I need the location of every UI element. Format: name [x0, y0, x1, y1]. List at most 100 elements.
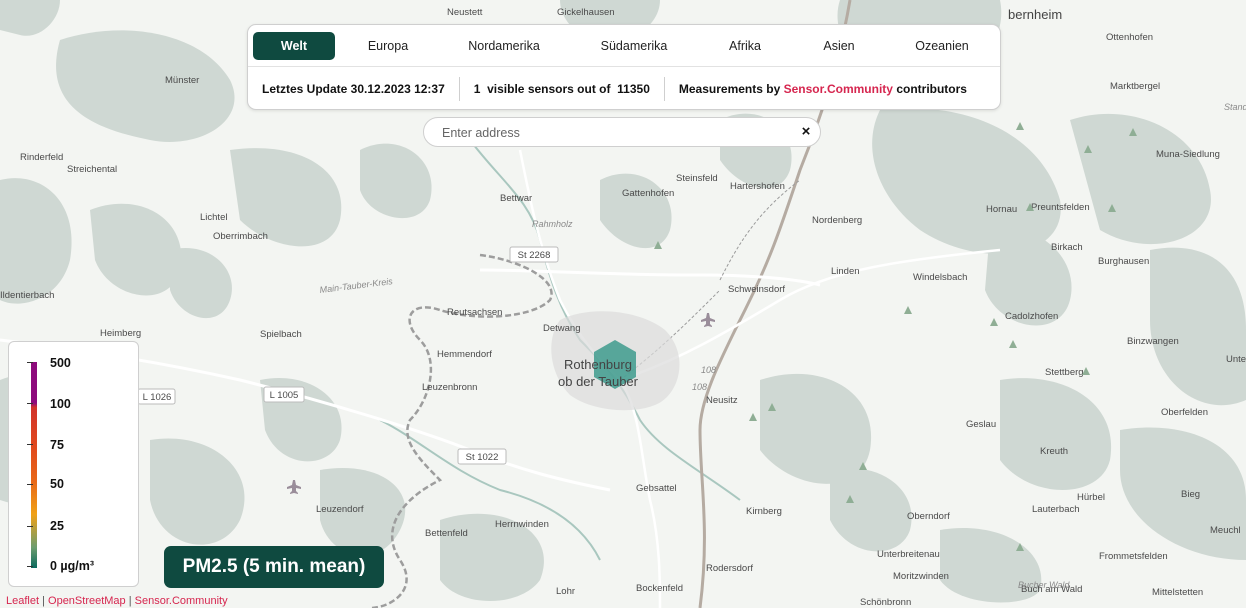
place-label: Schweinsdorf	[728, 284, 785, 295]
place-label: Reutsachsen	[447, 307, 502, 318]
legend-tick	[27, 444, 33, 445]
center-town-line1: Rothenburg	[564, 357, 632, 372]
place-label: Linden	[831, 266, 860, 277]
place-label: Lauterbach	[1032, 504, 1080, 515]
tab-suedamerika[interactable]: Südamerika	[567, 32, 701, 60]
map-attribution: Leaflet | OpenStreetMap | Sensor.Communi…	[6, 595, 228, 607]
place-label: Marktbergel	[1110, 81, 1160, 92]
road-shield-label: L 1005	[270, 390, 299, 401]
place-label: Oberfelden	[1161, 407, 1208, 418]
center-town-line2: ob der Tauber	[558, 374, 639, 389]
leaflet-link[interactable]: Leaflet	[6, 595, 39, 607]
place-label: Gebsattel	[636, 483, 677, 494]
attrib-separator: |	[125, 595, 135, 607]
place-label: Cadolzhofen	[1005, 311, 1058, 322]
place-label: Windelsbach	[913, 272, 967, 283]
visible-sensors-text: 1 visible sensors out of 11350	[458, 76, 664, 101]
place-label: Leuzenbronn	[422, 382, 477, 393]
place-label: Rinderfeld	[20, 152, 63, 163]
place-label: Muna-Siedlung	[1156, 149, 1220, 160]
place-label: Oberrimbach	[213, 231, 268, 242]
place-label: Gattenhofen	[622, 188, 674, 199]
place-label: Meuchl	[1210, 525, 1241, 536]
place-label: Lohr	[556, 586, 575, 597]
place-label: bernheim	[1008, 7, 1062, 22]
place-label: Kreuth	[1040, 446, 1068, 457]
info-bar: Letztes Update 30.12.2023 12:37 1 visibl…	[248, 66, 1000, 110]
attrib-separator: |	[39, 595, 49, 607]
sensor-community-attrib-link[interactable]: Sensor.Community	[135, 595, 228, 607]
place-label: Detwang	[543, 323, 581, 334]
place-label: Bettwar	[500, 193, 532, 204]
forest-label: Rahmholz	[532, 219, 573, 229]
legend-label-100: 100	[50, 397, 71, 411]
place-label: Rodersdorf	[706, 563, 753, 574]
road-shield-label: L 1026	[143, 392, 172, 403]
place-label: Birkach	[1051, 242, 1083, 253]
place-label: Kirnberg	[746, 506, 782, 517]
legend-tick	[27, 526, 33, 527]
clear-search-button[interactable]: ×	[798, 124, 814, 140]
place-label: Bieg	[1181, 489, 1200, 500]
place-label: Moritzwinden	[893, 571, 949, 582]
tab-ozeanien[interactable]: Ozeanien	[889, 32, 995, 60]
last-update-text: Letztes Update 30.12.2023 12:37	[262, 81, 445, 96]
place-label: Schönbronn	[860, 597, 911, 608]
place-label: Hartershofen	[730, 181, 785, 192]
place-label: Herrnwinden	[495, 519, 549, 530]
place-label: Ottenhofen	[1106, 32, 1153, 43]
place-label: Burghausen	[1098, 256, 1149, 267]
place-label: Streichental	[67, 164, 117, 175]
place-label: Steinsfeld	[676, 173, 718, 184]
measurements-prefix: Measurements by	[678, 81, 781, 96]
legend-label-50: 50	[50, 477, 64, 491]
legend-label-25: 25	[50, 519, 64, 533]
place-label: Neusitz	[706, 395, 738, 406]
place-label: Lichtel	[200, 212, 227, 223]
sensor-community-link[interactable]: Sensor.Community	[784, 82, 893, 96]
place-label: Geslau	[966, 419, 996, 430]
legend-tick	[27, 362, 33, 363]
place-label: Bockenfeld	[636, 583, 683, 594]
visible-text: visible sensors out of	[487, 81, 611, 96]
place-label: Gickelhausen	[557, 7, 615, 18]
tab-nordamerika[interactable]: Nordamerika	[441, 32, 567, 60]
place-label: Mittelstetten	[1152, 587, 1203, 598]
legend-label-500: 500	[50, 356, 71, 370]
place-label: Nordenberg	[812, 215, 862, 226]
measurements-suffix: contributors	[896, 81, 967, 96]
tab-welt[interactable]: Welt	[253, 32, 335, 60]
road-number-label: 108	[692, 382, 707, 392]
openstreetmap-link[interactable]: OpenStreetMap	[48, 595, 126, 607]
legend-label-0: 0 µg/m³	[50, 559, 95, 573]
legend-tick	[27, 403, 33, 404]
legend-tick	[27, 566, 33, 567]
legend-tick	[27, 484, 33, 485]
total-count: 11350	[617, 81, 650, 96]
region-tabs: Welt Europa Nordamerika Südamerika Afrik…	[253, 32, 995, 60]
region-panel: Welt Europa Nordamerika Südamerika Afrik…	[247, 24, 1001, 110]
place-label: Unterbreitenau	[877, 549, 940, 560]
tab-afrika[interactable]: Afrika	[701, 32, 789, 60]
place-label: Neustett	[447, 7, 483, 18]
place-label: Hornau	[986, 204, 1017, 215]
place-label-italic: Stand	[1224, 102, 1246, 112]
place-label: Spielbach	[260, 329, 302, 340]
place-label: Binzwangen	[1127, 336, 1179, 347]
place-label: Stettberg	[1045, 367, 1084, 378]
road-shield-label: St 1022	[466, 452, 499, 463]
place-label: Frommetsfelden	[1099, 551, 1168, 562]
tab-asien[interactable]: Asien	[789, 32, 889, 60]
address-search: ×	[423, 117, 821, 148]
place-label: Ildentierbach	[0, 290, 54, 301]
measurements-credit: Measurements by Sensor.Community contrib…	[663, 76, 981, 101]
place-label: Münster	[165, 75, 199, 86]
address-input[interactable]	[440, 118, 784, 148]
place-label: Hürbel	[1077, 492, 1105, 503]
tab-europa[interactable]: Europa	[335, 32, 441, 60]
color-legend: 500 100 75 50 25 0 µg/m³	[8, 341, 139, 587]
place-label: Preuntsfelden	[1031, 202, 1090, 213]
place-label: Oberndorf	[907, 511, 950, 522]
visible-count: 1	[473, 81, 481, 96]
pm-selector-button[interactable]: PM2.5 (5 min. mean)	[164, 546, 384, 588]
